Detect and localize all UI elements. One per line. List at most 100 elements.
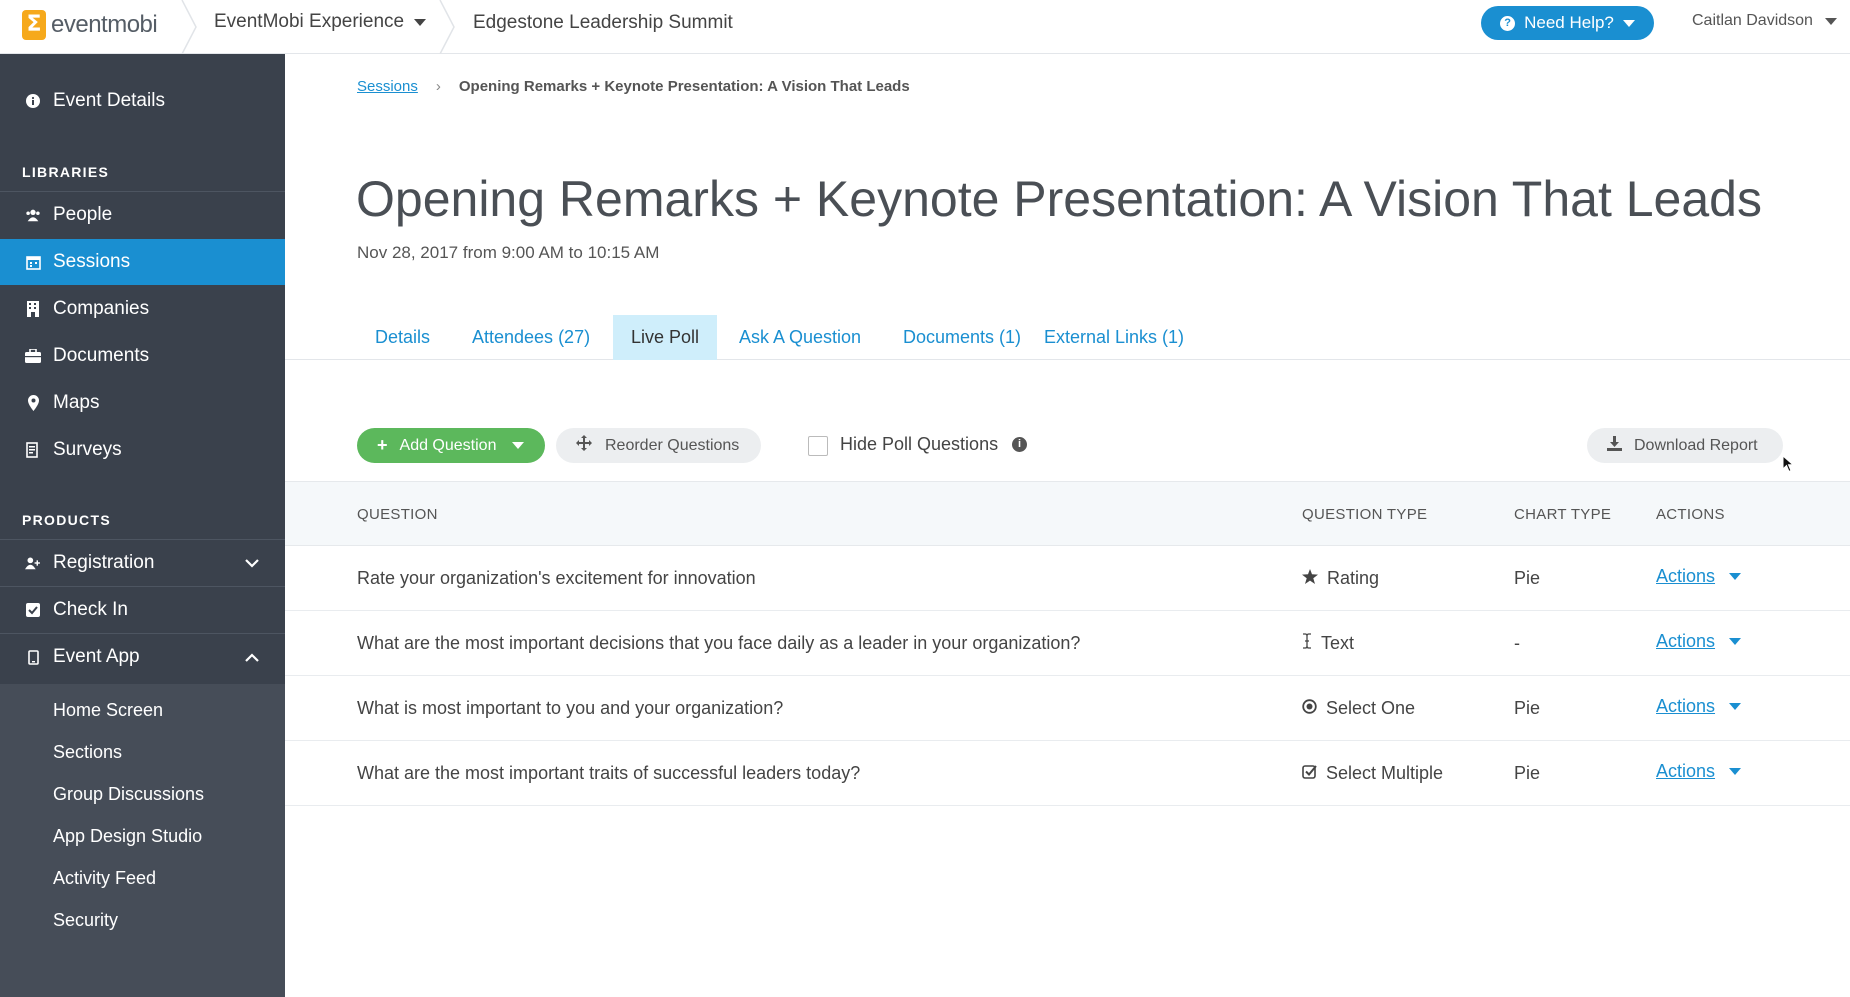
chevron-down-icon[interactable] xyxy=(245,552,259,574)
hide-poll-questions-checkbox[interactable] xyxy=(808,436,828,456)
plus-icon: + xyxy=(377,435,388,455)
question-type: Select Multiple xyxy=(1302,763,1443,784)
submenu-item-security[interactable]: Security xyxy=(53,910,118,931)
user-plus-icon xyxy=(25,556,41,570)
question-text: What are the most important traits of su… xyxy=(357,763,861,783)
tab-documents[interactable]: Documents (1) xyxy=(885,315,1039,360)
chevron-down-icon xyxy=(512,442,525,449)
actions-dropdown[interactable]: Actions xyxy=(1656,631,1742,652)
table-row[interactable]: What is most important to you and your o… xyxy=(285,676,1850,741)
sidebar-item-label: Companies xyxy=(53,298,150,319)
chevron-down-icon xyxy=(1729,573,1742,580)
sidebar-item-maps[interactable]: Maps xyxy=(0,380,285,426)
sidebar-item-check-in[interactable]: Check In xyxy=(0,587,285,633)
questions-table: QUESTION QUESTION TYPE CHART TYPE ACTION… xyxy=(285,481,1850,806)
question-type-label: Rating xyxy=(1327,568,1380,588)
breadcrumb-sessions-link[interactable]: Sessions xyxy=(357,78,418,95)
chart-type: - xyxy=(1514,633,1520,653)
tab-attendees[interactable]: Attendees (27) xyxy=(454,315,608,360)
submenu-item-activity-feed[interactable]: Activity Feed xyxy=(53,868,156,889)
session-datetime: Nov 28, 2017 from 9:00 AM to 10:15 AM xyxy=(357,243,660,262)
survey-icon xyxy=(25,442,41,458)
question-type-label: Select Multiple xyxy=(1326,763,1444,783)
sidebar-item-registration[interactable]: Registration xyxy=(0,540,285,586)
sidebar-item-event-details[interactable]: Event Details xyxy=(0,78,285,124)
table-header: QUESTION QUESTION TYPE CHART TYPE ACTION… xyxy=(285,481,1850,546)
add-question-button[interactable]: + Add Question xyxy=(357,428,545,463)
app-switcher-dropdown[interactable]: EventMobi Experience xyxy=(214,11,427,33)
breadcrumb-chevron-divider xyxy=(438,0,456,55)
map-pin-icon xyxy=(25,395,41,411)
actions-dropdown[interactable]: Actions xyxy=(1656,761,1742,782)
question-type-label: Select One xyxy=(1326,698,1416,718)
eventmobi-logo[interactable]: Σ eventmobi xyxy=(22,10,158,40)
chevron-down-icon xyxy=(1729,703,1742,710)
checkbox-icon xyxy=(25,603,41,617)
sidebar-item-label: Check In xyxy=(53,599,128,620)
sidebar-item-surveys[interactable]: Surveys xyxy=(0,427,285,473)
tab-ask-a-question[interactable]: Ask A Question xyxy=(721,315,879,360)
actions-label: Actions xyxy=(1656,761,1716,781)
column-header-question-type[interactable]: QUESTION TYPE xyxy=(1302,506,1427,523)
actions-dropdown[interactable]: Actions xyxy=(1656,696,1742,717)
sidebar-item-label: Maps xyxy=(53,392,100,413)
sidebar-item-documents[interactable]: Documents xyxy=(0,333,285,379)
app-name: EventMobi Experience xyxy=(214,11,405,32)
sidebar-item-companies[interactable]: Companies xyxy=(0,286,285,332)
column-header-question[interactable]: QUESTION xyxy=(357,506,438,523)
question-text: Rate your organization's excitement for … xyxy=(357,568,756,588)
sidebar-item-label: Surveys xyxy=(53,439,122,460)
calendar-icon xyxy=(25,255,41,270)
submenu-item-app-design-studio[interactable]: App Design Studio xyxy=(53,826,202,847)
submenu-item-home-screen[interactable]: Home Screen xyxy=(53,700,163,721)
chart-type: Pie xyxy=(1514,763,1541,783)
sidebar-item-label: Event Details xyxy=(53,90,165,111)
chevron-up-icon[interactable] xyxy=(245,646,259,668)
need-help-button[interactable]: ? Need Help? xyxy=(1481,6,1654,40)
user-name: Caitlan Davidson xyxy=(1692,12,1813,29)
question-type: Text xyxy=(1302,633,1354,654)
add-question-label: Add Question xyxy=(399,436,497,454)
chevron-down-icon xyxy=(1729,638,1742,645)
column-header-chart-type[interactable]: CHART TYPE xyxy=(1514,506,1611,523)
need-help-label: Need Help? xyxy=(1524,13,1614,32)
text-cursor-icon xyxy=(1302,633,1312,654)
sidebar: Event Details LIBRARIES People Sessions … xyxy=(0,54,285,997)
reorder-questions-button[interactable]: Reorder Questions xyxy=(556,428,761,463)
sidebar-item-label: Documents xyxy=(53,345,150,366)
actions-label: Actions xyxy=(1656,631,1716,651)
submenu-item-sections[interactable]: Sections xyxy=(53,742,122,763)
tab-live-poll[interactable]: Live Poll xyxy=(613,315,718,360)
breadcrumb: Sessions › Opening Remarks + Keynote Pre… xyxy=(357,78,910,95)
question-type-label: Text xyxy=(1321,633,1355,653)
submenu-item-group-discussions[interactable]: Group Discussions xyxy=(53,784,204,805)
question-circle-icon: ? xyxy=(1500,15,1516,31)
building-icon xyxy=(25,301,41,317)
breadcrumb-current: Opening Remarks + Keynote Presentation: … xyxy=(458,78,910,95)
user-menu[interactable]: Caitlan Davidson xyxy=(1692,12,1837,30)
event-name[interactable]: Edgestone Leadership Summit xyxy=(473,12,733,34)
actions-dropdown[interactable]: Actions xyxy=(1656,566,1742,587)
breadcrumb-chevron-divider xyxy=(180,0,198,55)
question-type: Rating xyxy=(1302,568,1379,589)
sidebar-item-event-app[interactable]: Event App xyxy=(0,634,285,680)
chevron-down-icon xyxy=(1622,19,1635,27)
people-icon xyxy=(25,208,41,222)
info-circle-icon[interactable]: i xyxy=(1012,437,1027,452)
sidebar-item-label: People xyxy=(53,204,113,225)
download-report-button[interactable]: Download Report xyxy=(1587,428,1783,463)
sidebar-item-sessions[interactable]: Sessions xyxy=(0,239,285,285)
info-circle-icon xyxy=(25,94,41,108)
chart-type: Pie xyxy=(1514,698,1541,718)
table-row[interactable]: What are the most important decisions th… xyxy=(285,611,1850,676)
event-app-submenu: Home Screen Sections Group Discussions A… xyxy=(0,684,285,997)
products-heading: PRODUCTS xyxy=(22,512,111,528)
table-row[interactable]: Rate your organization's excitement for … xyxy=(285,546,1850,611)
table-row[interactable]: What are the most important traits of su… xyxy=(285,741,1850,806)
tab-details[interactable]: Details xyxy=(357,315,448,360)
tab-external-links[interactable]: External Links (1) xyxy=(1026,315,1202,360)
download-report-label: Download Report xyxy=(1634,436,1758,454)
chevron-down-icon xyxy=(1729,768,1742,775)
briefcase-icon xyxy=(25,349,41,363)
sidebar-item-people[interactable]: People xyxy=(0,192,285,238)
